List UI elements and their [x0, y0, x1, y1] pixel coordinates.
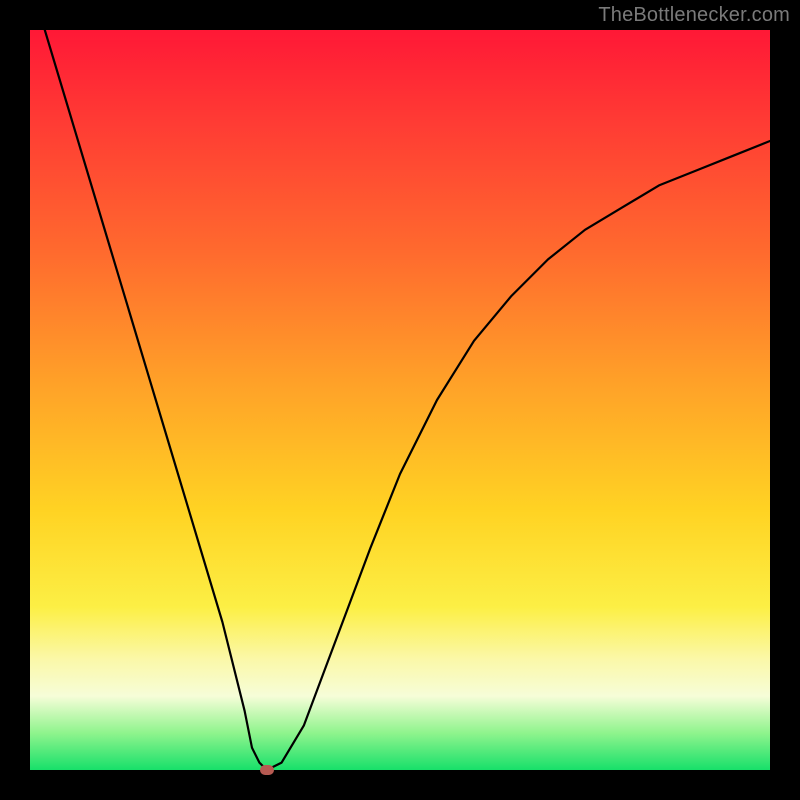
chart-frame: TheBottlenecker.com [0, 0, 800, 800]
watermark-text: TheBottlenecker.com [598, 4, 790, 27]
plot-area [30, 30, 770, 770]
optimal-point-marker [260, 765, 274, 775]
bottleneck-curve [30, 30, 770, 770]
